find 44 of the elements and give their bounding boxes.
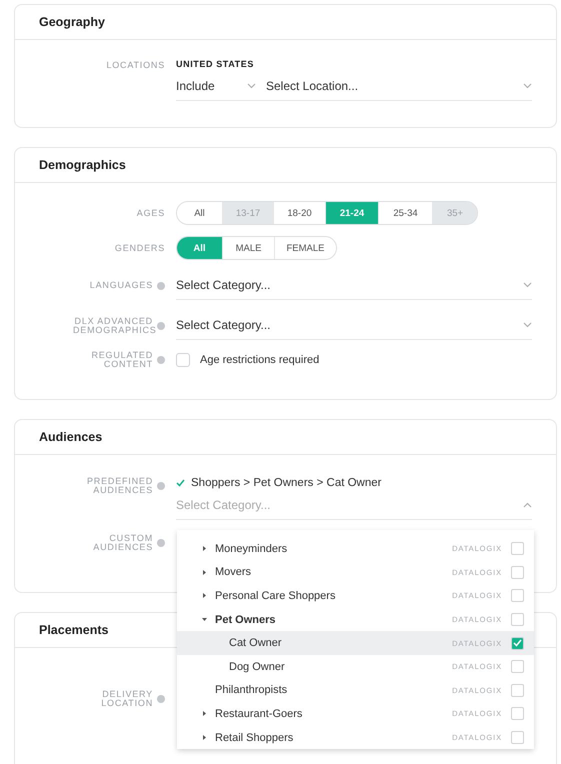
info-icon: [157, 539, 165, 547]
checkbox[interactable]: [511, 613, 524, 626]
field-label: DELIVERY LOCATION: [100, 690, 153, 708]
include-dropdown[interactable]: Include: [176, 79, 256, 93]
checkbox[interactable]: [511, 707, 524, 720]
field-label: GENDERS: [114, 244, 165, 252]
section-title: Geography: [39, 15, 105, 29]
section-title: Placements: [39, 623, 108, 637]
section-title: Demographics: [39, 158, 126, 172]
field-label: PREDEFINED AUDIENCES: [86, 477, 153, 495]
check-icon: [176, 479, 185, 487]
select-field[interactable]: Select Category...: [176, 311, 532, 340]
location-select[interactable]: Include Select Location...: [176, 72, 532, 101]
field-label: CUSTOM AUDIENCES: [92, 534, 153, 552]
checkbox[interactable]: [511, 636, 524, 650]
field-label: REGULATED CONTENT: [90, 351, 153, 369]
select-field[interactable]: Select Category...: [176, 271, 532, 300]
check-icon: [513, 639, 522, 648]
info-icon: [157, 356, 165, 364]
checkbox-label: Age restrictions required: [200, 354, 320, 366]
checkbox[interactable]: [511, 660, 524, 674]
checkbox[interactable]: [511, 589, 524, 602]
field-label: LOCATIONS: [106, 61, 165, 70]
checkbox[interactable]: [511, 566, 524, 579]
section-title: Audiences: [39, 430, 102, 444]
info-icon: [157, 695, 165, 703]
selected-audience: Shoppers > Pet Owners > Cat Owner: [191, 477, 382, 489]
info-icon: [157, 322, 165, 330]
chevron-down-icon: [247, 83, 256, 89]
chevron-down-icon: [523, 282, 532, 288]
chevron-down-icon: [523, 322, 532, 328]
field-label: AGES: [136, 208, 165, 218]
chevron-down-icon: [523, 83, 532, 89]
info-icon: [157, 282, 165, 290]
field-label: DLX ADVANCED DEMOGRAPHICS: [73, 316, 153, 334]
segment-button[interactable]: FEMALE: [274, 237, 336, 259]
info-icon: [157, 482, 165, 490]
checkbox[interactable]: [511, 731, 524, 744]
checkbox[interactable]: [511, 542, 524, 556]
checkbox[interactable]: [176, 353, 190, 367]
field-label: LANGUAGES: [90, 281, 153, 290]
country-label: UNITED STATES: [176, 59, 255, 69]
chevron-up-icon: [523, 502, 532, 508]
checkbox[interactable]: [511, 684, 524, 697]
